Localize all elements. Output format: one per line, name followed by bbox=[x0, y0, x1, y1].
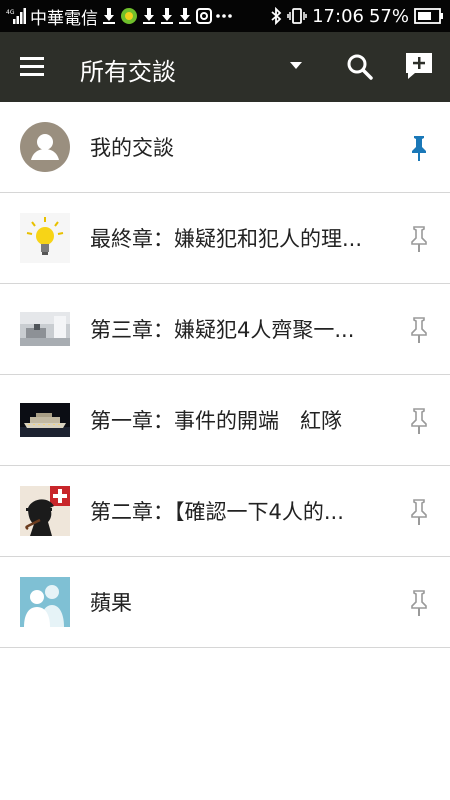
clock: 17:06 bbox=[312, 5, 364, 27]
detective-avatar bbox=[20, 486, 70, 536]
conversation-title: 第二章：【確認一下4人的... bbox=[90, 500, 344, 524]
new-conversation-icon[interactable] bbox=[403, 50, 435, 82]
svg-text:4G: 4G bbox=[6, 9, 15, 16]
pin-icon[interactable] bbox=[408, 316, 430, 344]
conversation-row[interactable]: 蘋果 bbox=[0, 557, 450, 648]
status-bar: 4G 中華電信 17:06 57% bbox=[0, 0, 450, 32]
download-icon bbox=[142, 7, 156, 25]
conversation-title: 我的交談 bbox=[90, 136, 174, 160]
conversation-title: 蘋果 bbox=[90, 591, 132, 615]
conversation-row[interactable]: 第三章：嫌疑犯4人齊聚一... bbox=[0, 284, 450, 375]
vibrate-icon bbox=[287, 7, 307, 25]
conversation-title: 第一章：事件的開端 紅隊 bbox=[90, 409, 342, 433]
pin-icon[interactable] bbox=[408, 407, 430, 435]
carrier-name: 中華電信 bbox=[30, 8, 98, 29]
more-icon bbox=[216, 13, 232, 19]
download-icon bbox=[160, 7, 174, 25]
conversation-row[interactable]: 我的交談 bbox=[0, 102, 450, 193]
download-icon bbox=[102, 7, 116, 25]
menu-icon[interactable] bbox=[20, 55, 48, 79]
toolbar-title[interactable]: 所有交談 bbox=[80, 52, 176, 87]
dropdown-caret-icon bbox=[290, 62, 302, 69]
signal-icon: 4G bbox=[6, 7, 26, 25]
lightbulb-avatar bbox=[20, 213, 70, 263]
search-icon[interactable] bbox=[345, 52, 375, 82]
download-icon bbox=[178, 7, 192, 25]
group-avatar bbox=[20, 577, 70, 627]
app-toolbar: 所有交談 bbox=[0, 32, 450, 102]
battery-icon bbox=[414, 8, 444, 24]
pin-icon[interactable] bbox=[408, 225, 430, 253]
conversation-list: 我的交談 最終章：嫌疑犯和犯人的理... 第三章：嫌疑犯4人齊聚一... 第一章… bbox=[0, 102, 450, 648]
battery-percent: 57% bbox=[368, 5, 409, 27]
app-icon bbox=[120, 7, 138, 25]
conversation-row[interactable]: 第二章：【確認一下4人的... bbox=[0, 466, 450, 557]
filter-dropdown-button[interactable] bbox=[280, 47, 310, 87]
conversation-title: 第三章：嫌疑犯4人齊聚一... bbox=[90, 318, 355, 342]
conversation-row[interactable]: 最終章：嫌疑犯和犯人的理... bbox=[0, 193, 450, 284]
pin-icon[interactable] bbox=[408, 498, 430, 526]
room-photo-avatar bbox=[20, 312, 70, 346]
default-person-avatar bbox=[20, 122, 70, 172]
instagram-icon bbox=[196, 8, 212, 24]
bluetooth-icon bbox=[270, 7, 282, 25]
pin-icon-active[interactable] bbox=[408, 134, 430, 162]
pin-icon[interactable] bbox=[408, 589, 430, 617]
ship-photo-avatar bbox=[20, 403, 70, 437]
conversation-row[interactable]: 第一章：事件的開端 紅隊 bbox=[0, 375, 450, 466]
conversation-title: 最終章：嫌疑犯和犯人的理... bbox=[90, 227, 363, 251]
